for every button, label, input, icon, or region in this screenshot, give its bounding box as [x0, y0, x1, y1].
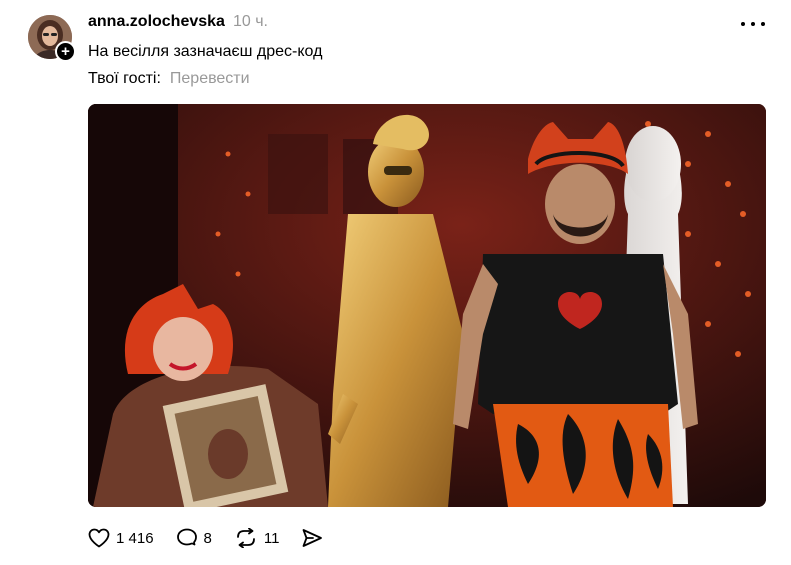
more-options-icon[interactable] — [741, 14, 765, 34]
post-text-line-1: На весілля зазначаєш дрес-код — [88, 43, 323, 60]
post-actions: 1 416 8 11 — [88, 526, 345, 550]
username[interactable]: anna.zolochevska — [88, 13, 225, 31]
repost-count: 11 — [263, 529, 280, 547]
comment-icon — [176, 528, 198, 548]
repost-button[interactable]: 11 — [234, 528, 280, 548]
like-count: 1 416 — [116, 529, 154, 547]
share-button[interactable] — [301, 528, 323, 548]
reply-button[interactable]: 8 — [176, 528, 212, 548]
reply-count: 8 — [203, 529, 212, 547]
translate-link[interactable]: Перевести — [170, 70, 250, 88]
like-button[interactable]: 1 416 — [88, 528, 154, 548]
repost-icon — [234, 528, 258, 548]
post-header: anna.zolochevska 10 ч. — [88, 13, 268, 31]
timestamp[interactable]: 10 ч. — [233, 13, 268, 31]
post-text-line-2-content: Твої гості: — [88, 70, 161, 87]
author-avatar[interactable]: + — [28, 15, 76, 62]
follow-badge[interactable]: + — [55, 41, 76, 62]
send-icon — [301, 528, 323, 548]
post-image[interactable] — [88, 104, 766, 507]
heart-icon — [88, 528, 110, 548]
post-text-line-2: Твої гості: Перевести — [88, 70, 250, 88]
